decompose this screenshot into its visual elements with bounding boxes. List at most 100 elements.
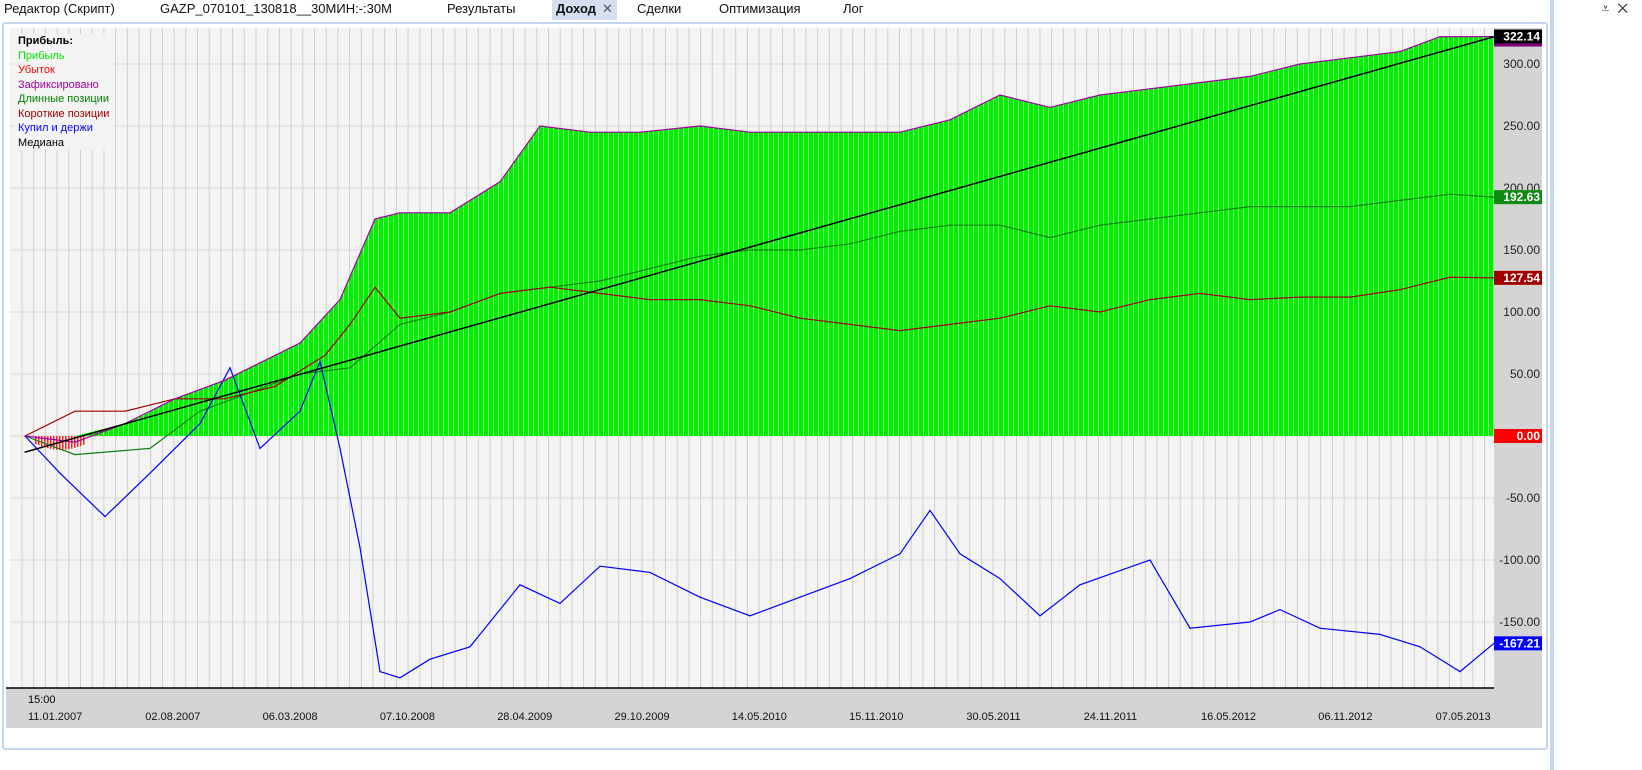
profit-point (499, 181, 501, 183)
buyhold-value-label: -167.21 (1499, 636, 1540, 650)
profit-point (849, 131, 851, 133)
x-tick-label: 15.11.2010 (849, 711, 903, 723)
buyhold-point (599, 565, 601, 567)
legend-item: Купил и держи (18, 122, 93, 134)
profit-point (449, 212, 451, 214)
y-tick-label: -50.00 (1506, 491, 1540, 505)
buyhold-point (929, 509, 931, 511)
y-tick-label: 150.00 (1503, 243, 1540, 257)
short-point (449, 311, 451, 313)
legend-item: Убыток (18, 64, 55, 76)
loss-bar (68, 436, 70, 450)
short-point (849, 323, 851, 325)
loss-bar (80, 436, 82, 446)
short-point (1149, 299, 1151, 301)
long-point (1399, 199, 1401, 201)
buyhold-point (1079, 584, 1081, 586)
long-point (1199, 212, 1201, 214)
profit-point (1199, 82, 1201, 84)
short-point (1049, 305, 1051, 307)
profit-point (639, 131, 641, 133)
y-tick-label: -100.00 (1499, 553, 1540, 567)
long-point (1299, 206, 1301, 208)
profit-point (699, 125, 701, 127)
buyhold-point (1149, 559, 1151, 561)
short-point (1349, 296, 1351, 298)
loss-bar (50, 436, 52, 449)
profit-value-label: 322.14 (1503, 30, 1540, 44)
long-point (1049, 237, 1051, 239)
buyhold-point (1189, 627, 1191, 629)
long-point (149, 447, 151, 449)
short-point (699, 299, 701, 301)
long-point (899, 230, 901, 232)
profit-point (1399, 51, 1401, 53)
short-point (1249, 299, 1251, 301)
buyhold-point (339, 447, 341, 449)
profit-point (1099, 94, 1101, 96)
long-point (949, 224, 951, 226)
buyhold-point (1379, 633, 1381, 636)
profit-point (1349, 57, 1351, 59)
buyhold-point (899, 553, 901, 555)
profit-point (174, 398, 176, 400)
buyhold-point (559, 602, 561, 605)
x-tick-label: 24.11.2011 (1084, 711, 1137, 723)
x-tick-label: 07.10.2008 (380, 711, 435, 723)
short-point (899, 330, 901, 332)
profit-point (274, 354, 276, 356)
profit-point (539, 125, 541, 127)
buyhold-point (799, 596, 801, 598)
x-tick-label: 16.05.2012 (1201, 711, 1256, 723)
legend-item: Зафиксировано (18, 78, 99, 91)
loss-bar (65, 436, 67, 450)
long-point (749, 249, 751, 251)
profit-point (74, 441, 76, 443)
y-tick-label: 50.00 (1510, 367, 1540, 381)
buyhold-point (319, 361, 321, 363)
short-point (374, 286, 376, 288)
y-tick-label: 300.00 (1503, 57, 1540, 71)
buyhold-point (229, 367, 231, 369)
profit-point (1049, 106, 1051, 108)
short-point (499, 292, 501, 294)
legend-item: Медиана (18, 136, 65, 149)
long-point (199, 410, 201, 412)
buyhold-point (849, 578, 851, 580)
long-point (1099, 224, 1101, 226)
x-tick-label: 06.03.2008 (263, 711, 318, 723)
buyhold-point (379, 671, 381, 673)
long-point (349, 367, 351, 369)
short-value-label: 127.54 (1503, 271, 1540, 285)
buyhold-point (1249, 621, 1251, 623)
fixed-underline (1494, 43, 1542, 47)
x-tick-label: 28.04.2009 (497, 711, 552, 723)
short-point (399, 317, 401, 319)
short-point (949, 323, 951, 325)
profit-point (224, 379, 226, 381)
profit-point (799, 131, 801, 133)
short-point (1299, 296, 1301, 298)
buyhold-point (519, 584, 521, 586)
x-tick-label: 14.05.2010 (732, 711, 787, 723)
buyhold-point (959, 553, 961, 555)
short-point (999, 317, 1001, 319)
short-point (274, 385, 276, 387)
buyhold-point (999, 578, 1001, 580)
legend-title: Прибыль: (18, 35, 73, 47)
long-point (1149, 218, 1151, 220)
long-point (849, 243, 851, 245)
profit-point (899, 131, 901, 133)
long-point (999, 224, 1001, 226)
x-tick-label: 06.11.2012 (1318, 711, 1372, 723)
income-chart: 300.00250.00200.00150.00100.0050.00-50.0… (6, 28, 1542, 728)
long-point (1249, 206, 1251, 208)
buyhold-point (359, 547, 361, 549)
short-point (649, 299, 651, 301)
long-point (74, 454, 76, 456)
short-point (224, 398, 226, 400)
y-tick-label: -150.00 (1499, 615, 1540, 629)
buyhold-point (199, 423, 201, 425)
long-point (1349, 206, 1351, 208)
long-point (649, 268, 651, 270)
